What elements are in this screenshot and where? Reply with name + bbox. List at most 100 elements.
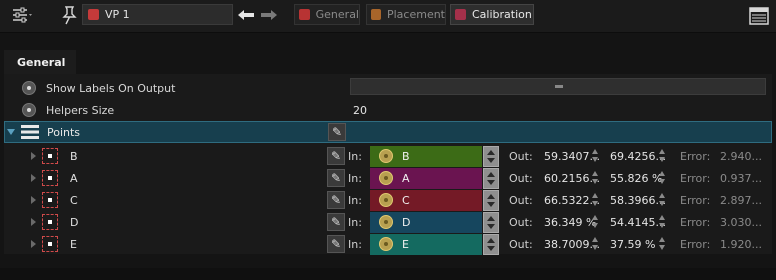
viewport-selector[interactable]: VP 1 [82,4,233,25]
out-y-spinner[interactable] [659,237,666,251]
pin-button[interactable] [58,4,80,26]
input-spinner[interactable] [483,190,499,211]
expand-arrow-icon [31,240,36,248]
point-row-d[interactable]: D ✎ In: D Out: 36.349 % 54.4145... Error… [4,212,772,233]
arrow-left-icon [238,10,254,20]
input-combo[interactable]: D [370,212,482,233]
panel-tab-general[interactable]: General [4,50,76,74]
out-x-value[interactable]: 36.349 % [544,216,596,229]
target-icon [379,171,393,185]
input-value: A [402,172,410,185]
in-label: In: [348,150,362,163]
input-combo[interactable]: C [370,190,482,211]
error-label: Error: [680,172,711,185]
out-y-value[interactable]: 37.59 % [610,238,655,251]
target-icon [379,215,393,229]
tab-placement-label: Placement [386,8,445,21]
input-spinner[interactable] [483,146,499,167]
out-y-value[interactable]: 58.3966... [610,194,666,207]
forward-button[interactable] [259,6,279,24]
error-label: Error: [680,238,711,251]
out-y-spinner[interactable] [659,215,666,229]
error-value: 2.897... [720,194,762,207]
input-combo[interactable]: A [370,168,482,189]
in-label: In: [348,172,362,185]
edit-icon[interactable]: ✎ [327,169,345,187]
input-value: B [402,150,410,163]
expand-arrow-icon [31,174,36,182]
back-button[interactable] [236,6,256,24]
edit-icon[interactable]: ✎ [328,123,346,141]
out-y-value[interactable]: 54.4145... [610,216,666,229]
tab-general-label: General [315,8,359,21]
collapse-arrow-icon [7,129,15,135]
edit-icon[interactable]: ✎ [327,213,345,231]
point-name: E [70,238,77,251]
point-row-a[interactable]: A ✎ In: A Out: 60.2156... 55.826 % Error… [4,168,772,189]
out-label: Out: [509,238,533,251]
edit-icon[interactable]: ✎ [327,147,345,165]
placement-icon [371,9,381,20]
out-x-spinner[interactable] [592,237,599,251]
edit-icon[interactable]: ✎ [327,235,345,253]
helpers-size-value[interactable]: 20 [353,104,367,117]
input-combo[interactable]: B [370,146,482,167]
out-y-spinner[interactable] [659,149,666,163]
general-icon [299,9,310,20]
edit-icon[interactable]: ✎ [327,191,345,209]
out-x-spinner[interactable] [592,193,599,207]
property-helpers-size: Helpers Size 20 [4,100,772,121]
show-labels-toggle[interactable] [350,78,766,95]
point-name: A [70,172,78,185]
point-name: C [70,194,78,207]
input-value: C [402,194,410,207]
input-combo[interactable]: E [370,234,482,255]
point-row-c[interactable]: C ✎ In: C Out: 66.5322... 58.3966... Err… [4,190,772,211]
points-label: Points [47,126,81,139]
settings-sliders-button[interactable] [6,5,38,25]
list-icon [21,125,39,139]
point-icon [42,192,58,208]
show-labels-label: Show Labels On Output [46,82,176,95]
input-spinner[interactable] [483,168,499,189]
in-label: In: [348,238,362,251]
tab-general[interactable]: General [294,4,360,25]
out-y-spinner[interactable] [659,171,666,185]
tab-placement[interactable]: Placement [366,4,446,25]
error-label: Error: [680,194,711,207]
layout-button[interactable] [748,5,770,27]
out-label: Out: [509,194,533,207]
helpers-size-label: Helpers Size [46,104,115,117]
viewport-name: VP 1 [105,8,130,21]
tab-calibration[interactable]: Calibration [450,4,534,25]
point-name: D [70,216,79,229]
point-row-e[interactable]: E ✎ In: E Out: 38.7009... 37.59 % Error:… [4,234,772,255]
out-y-value[interactable]: 69.4256... [610,150,666,163]
point-row-b[interactable]: B ✎ In: B Out: 59.3407... 69.4256... Err… [4,146,772,167]
error-value: 1.920... [720,238,762,251]
target-icon [379,237,393,251]
error-value: 0.937... [720,172,762,185]
out-y-value[interactable]: 55.826 % [610,172,662,185]
input-spinner[interactable] [483,212,499,233]
error-label: Error: [680,216,711,229]
properties-panel: Show Labels On Output Helpers Size 20 Po… [4,74,772,255]
out-x-spinner[interactable] [592,149,599,163]
expand-arrow-icon [31,196,36,204]
point-icon [42,170,58,186]
target-icon [379,193,393,207]
radio-icon [22,81,36,95]
out-x-spinner[interactable] [592,215,599,229]
input-spinner[interactable] [483,234,499,255]
error-value: 2.940... [720,150,762,163]
toggle-handle-icon [555,85,563,88]
in-label: In: [348,194,362,207]
error-label: Error: [680,150,711,163]
out-y-spinner[interactable] [659,193,666,207]
panel-layout-icon [749,7,769,25]
input-value: E [402,238,409,251]
points-group-row[interactable]: Points ✎ [4,121,772,143]
radio-icon [22,103,36,117]
out-x-spinner[interactable] [592,171,599,185]
point-name: B [70,150,78,163]
